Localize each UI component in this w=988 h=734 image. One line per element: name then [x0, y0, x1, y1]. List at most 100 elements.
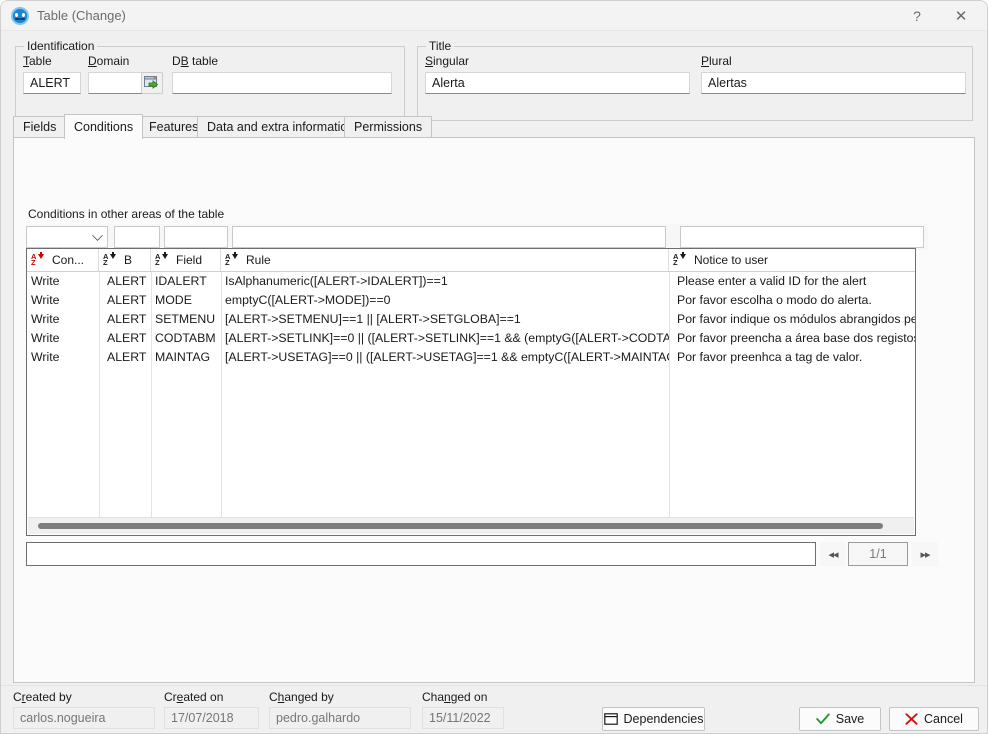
cell-rule: emptyC([ALERT->MODE])==0 [225, 293, 391, 307]
cell-notice: Por favor preenhca a tag de valor. [677, 350, 863, 364]
close-x-icon [905, 713, 918, 725]
help-button[interactable]: ? [895, 1, 939, 31]
table-row[interactable]: Write ALERT SETMENU [ALERT->SETMENU]==1 … [27, 310, 916, 329]
cancel-button[interactable]: Cancel [889, 707, 979, 731]
singular-input[interactable] [425, 72, 690, 94]
dependencies-button[interactable]: Dependencies [602, 707, 705, 731]
created-on-label: Created on [164, 690, 224, 704]
cell-rule: [ALERT->SETMENU]==1 || [ALERT->SETGLOBA]… [225, 312, 521, 326]
grid-horizontal-scrollbar[interactable] [28, 517, 914, 534]
close-button[interactable]: ✕ [939, 1, 983, 31]
cell-notice: Por favor escolha o modo do alerta. [677, 293, 872, 307]
cell-rule: [ALERT->USETAG]==0 || ([ALERT->USETAG]==… [225, 350, 669, 364]
dbtable-input[interactable] [172, 72, 392, 94]
filter-notice-input[interactable] [680, 226, 924, 248]
cell-notice: Por favor indique os módulos abrangidos … [677, 312, 916, 326]
chevron-down-icon [92, 230, 103, 241]
filter-b-input[interactable] [114, 226, 160, 248]
grid-rows: Write ALERT IDALERT IsAlphanumeric([ALER… [27, 272, 916, 367]
dependencies-label: Dependencies [623, 712, 704, 726]
cell-field: MAINTAG [155, 350, 211, 364]
table-row[interactable]: Write ALERT IDALERT IsAlphanumeric([ALER… [27, 272, 915, 291]
cell-field: IDALERT [155, 274, 207, 288]
last-page-button[interactable]: ▸▸ [912, 542, 938, 566]
plural-label: Plural [701, 54, 732, 68]
table-input[interactable] [23, 72, 81, 94]
tab-conditions[interactable]: Conditions [64, 114, 144, 139]
changed-by-value [269, 707, 411, 729]
tab-fields[interactable]: Fields [13, 116, 67, 138]
title-legend: Title [426, 39, 455, 53]
grid-header-rule[interactable]: AZ Rule [221, 249, 669, 271]
cell-condition: Write [31, 350, 60, 364]
window-icon [603, 713, 618, 725]
dbtable-label: DB table [172, 54, 219, 68]
cell-rule: [ALERT->SETLINK]==0 || ([ALERT->SETLINK]… [225, 331, 669, 345]
window-body: Identification Table Domain DB table Tit… [1, 31, 987, 733]
cell-rule: IsAlphanumeric([ALERT->IDALERT])==1 [225, 274, 448, 288]
cell-field: SETMENU [155, 312, 216, 326]
pager-search-input[interactable] [26, 542, 816, 566]
tab-permissions[interactable]: Permissions [344, 116, 433, 138]
grid-header-notice[interactable]: AZ Notice to user [669, 249, 915, 271]
filter-rule-input[interactable] [232, 226, 666, 248]
save-label: Save [835, 712, 865, 726]
created-by-value [13, 707, 155, 729]
cell-b: ALERT [107, 274, 147, 288]
conditions-grid: AZ Con... AZ B AZ Field A Z Rule A Z Not… [26, 248, 916, 536]
domain-label: Domain [88, 54, 130, 68]
changed-by-label: Changed by [269, 690, 334, 704]
cell-condition: Write [31, 331, 60, 345]
singular-label: Singular [425, 54, 470, 68]
grid-header-row: AZ Con... AZ B AZ Field A Z Rule A Z Not… [27, 249, 915, 272]
filter-condition-combo[interactable] [26, 226, 108, 248]
grid-filter-bar [26, 224, 928, 250]
cell-b: ALERT [107, 293, 147, 307]
scrollbar-thumb[interactable] [38, 523, 883, 529]
app-robot-icon [11, 7, 29, 25]
sort-az-icon[interactable]: AZ [31, 251, 44, 267]
cancel-label: Cancel [924, 712, 963, 726]
table-label: Table [23, 54, 52, 68]
conditions-section-label: Conditions in other areas of the table [28, 207, 225, 221]
grid-header-condition[interactable]: AZ Con... [27, 249, 99, 271]
grid-header-field[interactable]: AZ Field [151, 249, 221, 271]
column-separator[interactable] [99, 272, 100, 517]
column-separator[interactable] [669, 272, 670, 517]
grid-header-b[interactable]: AZ B [99, 249, 151, 271]
plural-input[interactable] [701, 72, 966, 94]
created-by-label: Created by [13, 690, 72, 704]
open-window-icon[interactable] [141, 72, 163, 94]
cell-b: ALERT [107, 312, 147, 326]
column-separator[interactable] [151, 272, 152, 517]
domain-input[interactable] [88, 72, 146, 94]
page-indicator: 1/1 [848, 542, 908, 566]
table-row[interactable]: Write ALERT MAINTAG [ALERT->USETAG]==0 |… [27, 348, 915, 367]
sort-az-icon[interactable]: AZ [103, 251, 116, 267]
sort-az-icon[interactable]: AZ [155, 251, 168, 267]
cell-condition: Write [31, 312, 60, 326]
cell-field: CODTABM [155, 331, 216, 345]
titlebar: Table (Change) ? ✕ [1, 1, 987, 31]
tab-data-and-extra-information[interactable]: Data and extra information [197, 116, 365, 138]
save-button[interactable]: Save [799, 707, 881, 731]
changed-on-label: Changed on [422, 690, 488, 704]
cell-field: MODE [155, 293, 192, 307]
conditions-tab-page: Conditions in other areas of the table A… [13, 137, 975, 683]
cell-condition: Write [31, 274, 60, 288]
cell-notice: Please enter a valid ID for the alert [677, 274, 867, 288]
sort-az-icon[interactable]: AZ [673, 251, 686, 267]
table-row[interactable]: Write ALERT MODE emptyC([ALERT->MODE])==… [27, 291, 915, 310]
identification-legend: Identification [24, 39, 98, 53]
first-page-button[interactable]: ◂◂ [820, 542, 846, 566]
tabstrip: Fields Conditions Features Data and extr… [13, 114, 975, 139]
window-title: Table (Change) [37, 8, 126, 23]
check-icon [816, 713, 830, 725]
cell-b: ALERT [107, 331, 147, 345]
sort-az-icon[interactable]: AZ [225, 251, 238, 267]
created-on-value [164, 707, 259, 729]
filter-field-input[interactable] [164, 226, 228, 248]
cell-notice: Por favor preencha a área base dos regis… [677, 331, 916, 345]
table-row[interactable]: Write ALERT CODTABM [ALERT->SETLINK]==0 … [27, 329, 916, 348]
column-separator[interactable] [221, 272, 222, 517]
